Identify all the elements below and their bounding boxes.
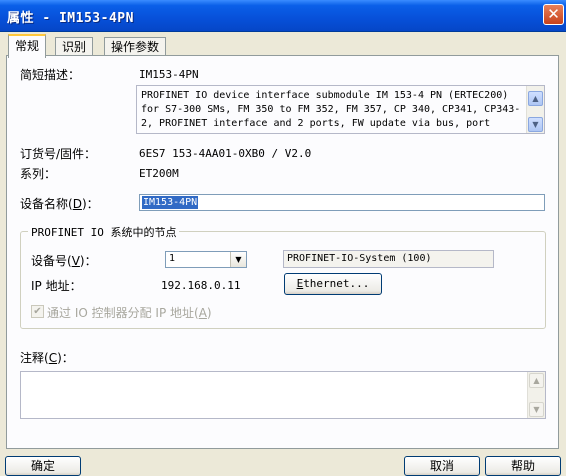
window-title: 属性 - IM153-4PN [7,11,134,26]
description-scrollbar[interactable]: ▲ ▼ [526,86,544,133]
comments-label: 注释(C)： [20,351,74,365]
scroll-up-icon[interactable]: ▲ [529,373,544,388]
description-text: PROFINET IO device interface submodule I… [141,90,521,129]
description-box: PROFINET IO device interface submodule I… [136,85,545,134]
device-number-select[interactable]: 1 ▼ [165,251,247,268]
help-button[interactable]: 帮助 [485,456,561,476]
family-label: 系列： [20,167,57,181]
comments-scrollbar[interactable]: ▲ ▼ [527,372,545,418]
short-description-value: IM153-4PN [139,68,199,81]
io-system-field: PROFINET-IO-System (100) [283,250,494,268]
ip-address-value: 192.168.0.11 [161,279,241,292]
tab-identification[interactable]: 识别 [55,37,94,56]
scroll-down-icon[interactable]: ▼ [529,402,544,417]
order-number-label: 订货号/固件： [20,147,97,161]
device-number-value: 1 [169,253,176,264]
tab-operating-parameters[interactable]: 操作参数 [104,37,167,56]
ok-button[interactable]: 确定 [5,456,81,476]
short-description-label: 简短描述： [20,68,81,82]
family-value: ET200M [139,167,179,180]
close-button[interactable]: ✕ [543,4,564,25]
device-name-value: IM153-4PN [142,196,199,209]
scroll-down-icon[interactable]: ▼ [528,117,543,132]
assign-ip-label: 通过 IO 控制器分配 IP 地址(A) [47,306,212,320]
ethernet-button[interactable]: Ethernet... [284,273,382,295]
ip-address-label: IP 地址： [31,279,82,293]
group-title: PROFINET IO 系统中的节点 [28,224,180,240]
comments-textarea[interactable]: ▲ ▼ [20,371,546,419]
assign-ip-checkbox[interactable]: ✔ [31,305,44,318]
device-name-input[interactable]: IM153-4PN [139,194,545,211]
device-name-label: 设备名称(D)： [20,197,99,211]
order-number-value: 6ES7 153-4AA01-0XB0 / V2.0 [139,147,312,160]
chevron-down-icon[interactable]: ▼ [230,252,246,267]
device-number-label: 设备号(V)： [31,254,97,268]
title-bar: 属性 - IM153-4PN ✕ [0,0,566,32]
cancel-button[interactable]: 取消 [404,456,480,476]
tab-general[interactable]: 常规 [8,34,47,58]
scroll-up-icon[interactable]: ▲ [528,91,543,106]
close-icon: ✕ [547,5,560,23]
